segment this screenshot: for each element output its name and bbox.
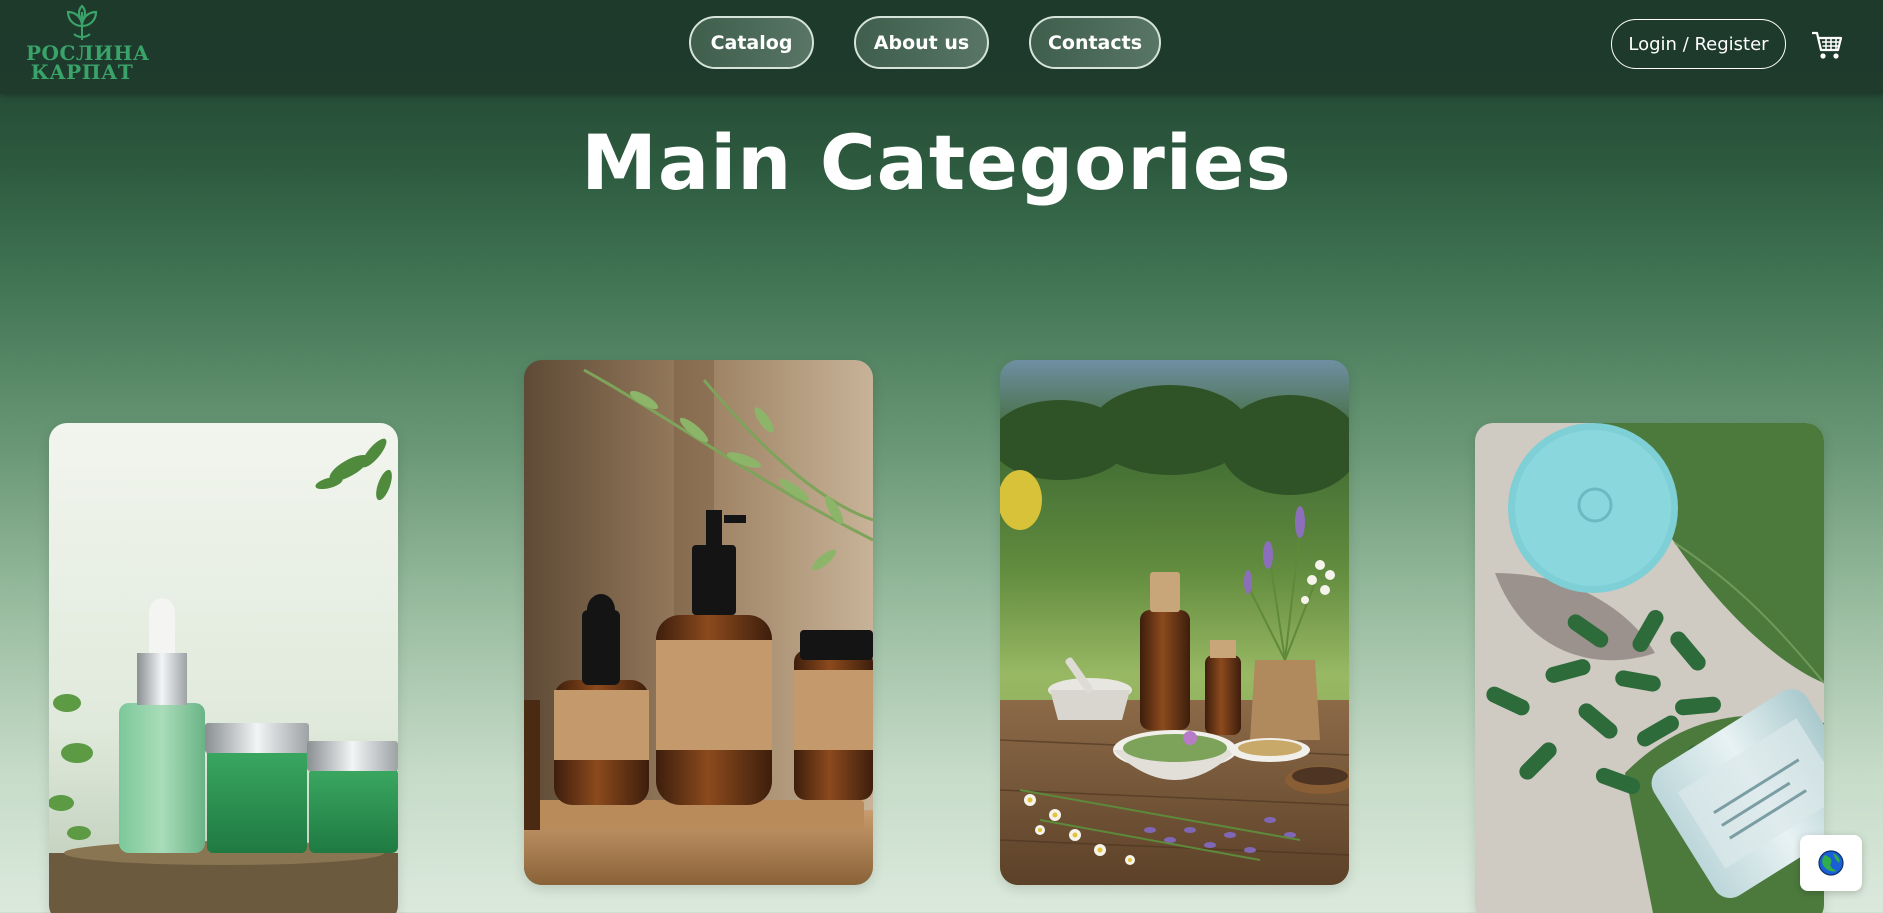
nav-about-button[interactable]: About us: [854, 16, 989, 69]
leaf-icon: [66, 4, 98, 41]
site-logo[interactable]: РОСЛИНА КАРПАТ: [26, 4, 149, 90]
herbal-remedies-table-photo: [1000, 360, 1349, 885]
category-card-2[interactable]: [524, 360, 873, 885]
login-register-button[interactable]: Login / Register: [1611, 19, 1786, 69]
amber-dropper-bottles-photo: [524, 360, 873, 885]
category-card-4[interactable]: [1475, 423, 1824, 913]
language-widget[interactable]: [1800, 835, 1862, 891]
nav-catalog-button[interactable]: Catalog: [689, 16, 814, 69]
green-capsules-jar-photo: [1475, 423, 1824, 913]
category-card-1[interactable]: [49, 423, 398, 913]
cart-icon[interactable]: [1810, 28, 1844, 62]
category-card-3[interactable]: [1000, 360, 1349, 885]
logo-line-2: КАРПАТ: [30, 60, 134, 84]
green-cosmetic-bottles-photo: [49, 423, 398, 913]
page-title: Main Categories: [581, 118, 1292, 207]
site-header: РОСЛИНА КАРПАТ Catalog About us Contacts…: [0, 0, 1883, 94]
nav-contacts-button[interactable]: Contacts: [1029, 16, 1161, 69]
globe-icon: [1818, 850, 1844, 876]
